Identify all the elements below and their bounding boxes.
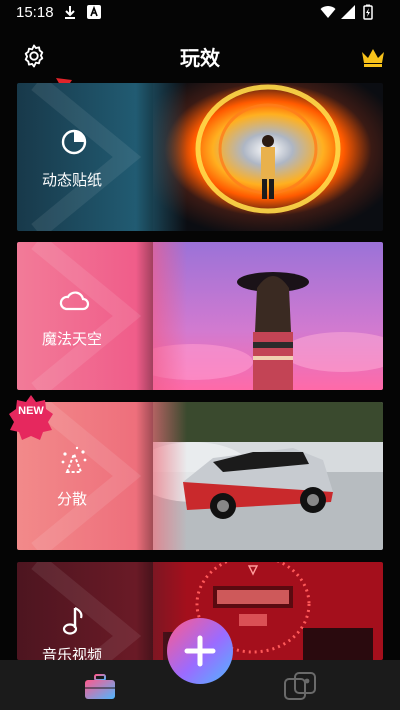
effect-card-dynamic-sticker[interactable]: 动态贴纸 xyxy=(17,83,383,231)
status-bar: 15:18 xyxy=(0,0,400,28)
music-note-icon xyxy=(62,607,83,635)
signal-icon xyxy=(341,5,355,19)
card-left-panel xyxy=(17,83,187,231)
card-image-drift-car xyxy=(153,402,383,550)
effect-card-scatter[interactable]: 分散 xyxy=(17,402,383,550)
plus-icon xyxy=(184,635,216,667)
cloud-icon xyxy=(59,291,90,311)
create-fab-button[interactable] xyxy=(167,618,233,684)
scatter-icon xyxy=(61,446,87,473)
page-title: 玩效 xyxy=(180,46,220,70)
download-icon xyxy=(65,6,75,19)
wifi-icon xyxy=(320,6,336,18)
card-image-portal xyxy=(153,83,383,231)
vip-crown-icon[interactable] xyxy=(360,46,386,68)
card-left-panel xyxy=(17,242,187,390)
app-notification-icon xyxy=(87,5,101,19)
gallery-icon[interactable] xyxy=(283,671,317,701)
card-label: 魔法天空 xyxy=(42,330,103,348)
battery-charging-icon xyxy=(363,4,373,20)
card-label: 动态贴纸 xyxy=(42,171,103,189)
status-time: 15:18 xyxy=(16,4,54,21)
new-badge-icon xyxy=(9,395,53,440)
card-label: 音乐视频 xyxy=(42,646,103,660)
toolbox-briefcase-icon[interactable] xyxy=(84,674,116,700)
new-badge-label: NEW xyxy=(18,405,44,417)
card-image-sky-woman xyxy=(153,242,383,390)
sticker-icon xyxy=(61,129,87,155)
effect-card-magic-sky[interactable]: 魔法天空 xyxy=(17,242,383,390)
card-label: 分散 xyxy=(57,490,88,508)
